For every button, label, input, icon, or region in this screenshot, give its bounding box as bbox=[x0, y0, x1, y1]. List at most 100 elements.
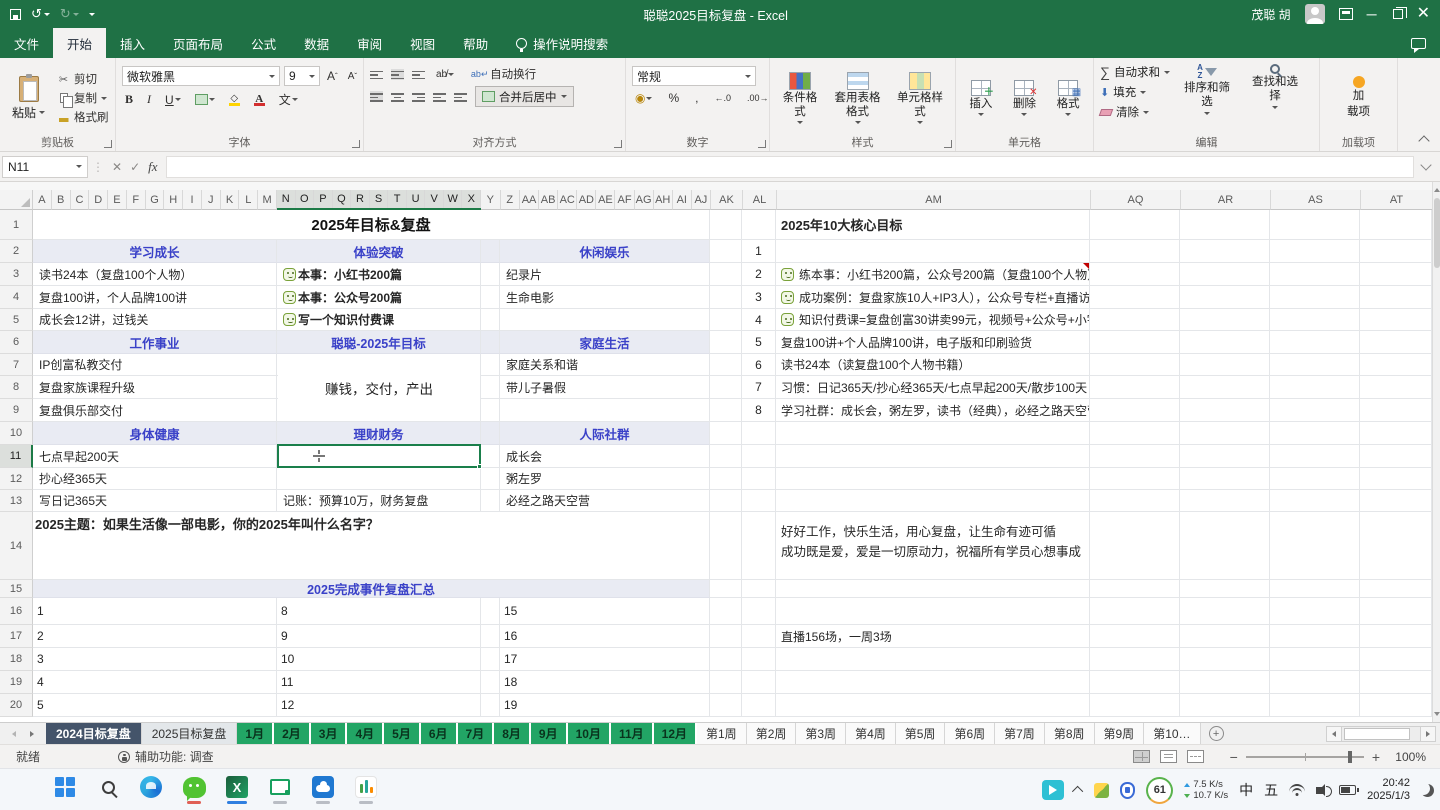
cell-al[interactable]: 5 bbox=[742, 331, 776, 354]
cell[interactable] bbox=[1090, 694, 1180, 717]
tray-video-app-icon[interactable] bbox=[1042, 780, 1064, 800]
menu-tab-插入[interactable]: 插入 bbox=[106, 28, 159, 58]
sheet-tab-第3周[interactable]: 第3周 bbox=[796, 723, 846, 744]
column-header-AA[interactable]: AA bbox=[520, 190, 539, 210]
column-header-AT[interactable]: AT bbox=[1361, 190, 1433, 210]
cell[interactable] bbox=[710, 240, 742, 263]
column-header-N[interactable]: N bbox=[277, 190, 296, 208]
cell[interactable] bbox=[481, 648, 500, 671]
row-header-15[interactable]: 15 bbox=[0, 580, 33, 598]
column-header-AH[interactable]: AH bbox=[654, 190, 673, 210]
cell[interactable] bbox=[1270, 263, 1360, 286]
merged-cell-goal[interactable]: 赚钱，交付，产出 bbox=[278, 355, 480, 421]
cell[interactable]: 17 bbox=[500, 648, 710, 671]
cell-am[interactable]: 学习社群：成长会，粥左罗，读书（经典），必经之路天空营 bbox=[776, 399, 1090, 422]
cell[interactable] bbox=[710, 445, 742, 468]
sheet-tab-第6周[interactable]: 第6周 bbox=[945, 723, 995, 744]
cell[interactable] bbox=[1360, 422, 1432, 445]
cell-al[interactable] bbox=[742, 468, 776, 490]
tray-app-icon-2[interactable] bbox=[1094, 783, 1109, 798]
column-header-R[interactable]: R bbox=[351, 190, 370, 208]
row-header-8[interactable]: 8 bbox=[0, 376, 33, 399]
cell-am[interactable]: 知识付费课=复盘创富30讲卖99元，视频号+公众号+小宇宙 bbox=[776, 309, 1090, 331]
network-speed[interactable]: 7.5 K/s 10.7 K/s bbox=[1184, 779, 1228, 801]
cell[interactable] bbox=[1360, 648, 1432, 671]
row-header-14[interactable]: 14 bbox=[0, 512, 33, 580]
wrap-text-button[interactable]: ab↵自动换行 bbox=[473, 66, 536, 82]
horizontal-scrollbar[interactable] bbox=[1326, 723, 1436, 744]
cell[interactable] bbox=[1180, 694, 1270, 717]
row-header-2[interactable]: 2 bbox=[0, 240, 33, 263]
cell[interactable]: 19 bbox=[500, 694, 710, 717]
cell-al[interactable] bbox=[742, 625, 776, 648]
column-header-AM[interactable]: AM bbox=[777, 190, 1091, 210]
cell-al[interactable]: 6 bbox=[742, 354, 776, 376]
cell-al[interactable]: 1 bbox=[742, 240, 776, 263]
column-header-D[interactable]: D bbox=[89, 190, 108, 210]
cell[interactable]: 9 bbox=[277, 625, 481, 648]
merge-center-button[interactable]: 合并后居中 bbox=[475, 86, 574, 107]
row-header-5[interactable]: 5 bbox=[0, 309, 33, 331]
wechat-app[interactable] bbox=[181, 775, 207, 804]
cell[interactable]: 必经之路天空营 bbox=[500, 490, 710, 512]
cell[interactable] bbox=[1090, 422, 1180, 445]
menu-tab-数据[interactable]: 数据 bbox=[290, 28, 343, 58]
cell[interactable]: 写日记365天 bbox=[33, 490, 277, 512]
column-header-AR[interactable]: AR bbox=[1181, 190, 1271, 210]
cell[interactable] bbox=[1090, 354, 1180, 376]
cell[interactable] bbox=[1090, 210, 1180, 240]
phonetic-guide-button[interactable]: 文 bbox=[276, 90, 301, 109]
redo-button[interactable]: ↻ bbox=[60, 6, 79, 22]
increase-indent-icon[interactable] bbox=[454, 91, 467, 102]
cell[interactable] bbox=[500, 399, 710, 422]
cell[interactable] bbox=[710, 376, 742, 399]
column-header-AF[interactable]: AF bbox=[615, 190, 634, 210]
cell[interactable] bbox=[1270, 422, 1360, 445]
sheet-tab-5月[interactable]: 5月 bbox=[384, 723, 421, 744]
cell[interactable] bbox=[1090, 598, 1180, 625]
cell[interactable] bbox=[1180, 240, 1270, 263]
column-header-AS[interactable]: AS bbox=[1271, 190, 1361, 210]
menu-tab-开始[interactable]: 开始 bbox=[53, 28, 106, 58]
cell[interactable] bbox=[1270, 445, 1360, 468]
decrease-indent-icon[interactable] bbox=[433, 91, 446, 102]
row-header-1[interactable]: 1 bbox=[0, 210, 33, 240]
column-header-M[interactable]: M bbox=[258, 190, 277, 210]
wifi-icon[interactable] bbox=[1289, 784, 1305, 796]
cell[interactable]: 11 bbox=[277, 671, 481, 694]
percent-button[interactable]: % bbox=[665, 90, 682, 106]
comma-button[interactable]: , bbox=[692, 90, 701, 106]
cell[interactable] bbox=[1180, 671, 1270, 694]
cell[interactable] bbox=[1360, 309, 1432, 331]
cell[interactable] bbox=[710, 286, 742, 309]
clock[interactable]: 20:422025/1/3 bbox=[1367, 777, 1410, 803]
cell-am[interactable] bbox=[776, 694, 1090, 717]
cell[interactable] bbox=[1360, 210, 1432, 240]
cell[interactable] bbox=[1360, 468, 1432, 490]
focus-assist-moon-icon[interactable] bbox=[1421, 784, 1434, 797]
increase-decimal-button[interactable]: ←.0 bbox=[712, 92, 735, 104]
cell[interactable] bbox=[1270, 309, 1360, 331]
column-header-S[interactable]: S bbox=[370, 190, 389, 208]
top-align-icon[interactable] bbox=[370, 69, 383, 80]
cell[interactable] bbox=[1180, 399, 1270, 422]
decrease-font-button[interactable]: Aˇ bbox=[345, 70, 360, 83]
tray-expand-chevron[interactable] bbox=[1075, 786, 1083, 794]
find-select-button[interactable]: 查找和选择 bbox=[1244, 64, 1306, 109]
cell[interactable] bbox=[1270, 598, 1360, 625]
decrease-decimal-button[interactable]: .00→ bbox=[744, 92, 772, 104]
number-format-select[interactable]: 常规 bbox=[632, 66, 756, 86]
sheet-tab-4月[interactable]: 4月 bbox=[347, 723, 384, 744]
column-header-AB[interactable]: AB bbox=[539, 190, 558, 210]
cell[interactable]: 4 bbox=[33, 671, 277, 694]
page-break-view-button[interactable] bbox=[1187, 750, 1204, 763]
column-header-AK[interactable]: AK bbox=[711, 190, 743, 210]
horizontal-scroll-thumb[interactable] bbox=[1344, 728, 1410, 740]
cell-am[interactable] bbox=[776, 445, 1090, 468]
number-dialog-launcher[interactable] bbox=[758, 140, 766, 148]
cell[interactable]: 5 bbox=[33, 694, 277, 717]
cell[interactable] bbox=[1180, 309, 1270, 331]
cell[interactable] bbox=[481, 445, 500, 468]
cell-am[interactable] bbox=[776, 580, 1090, 598]
sheet-tab-第4周[interactable]: 第4周 bbox=[846, 723, 896, 744]
